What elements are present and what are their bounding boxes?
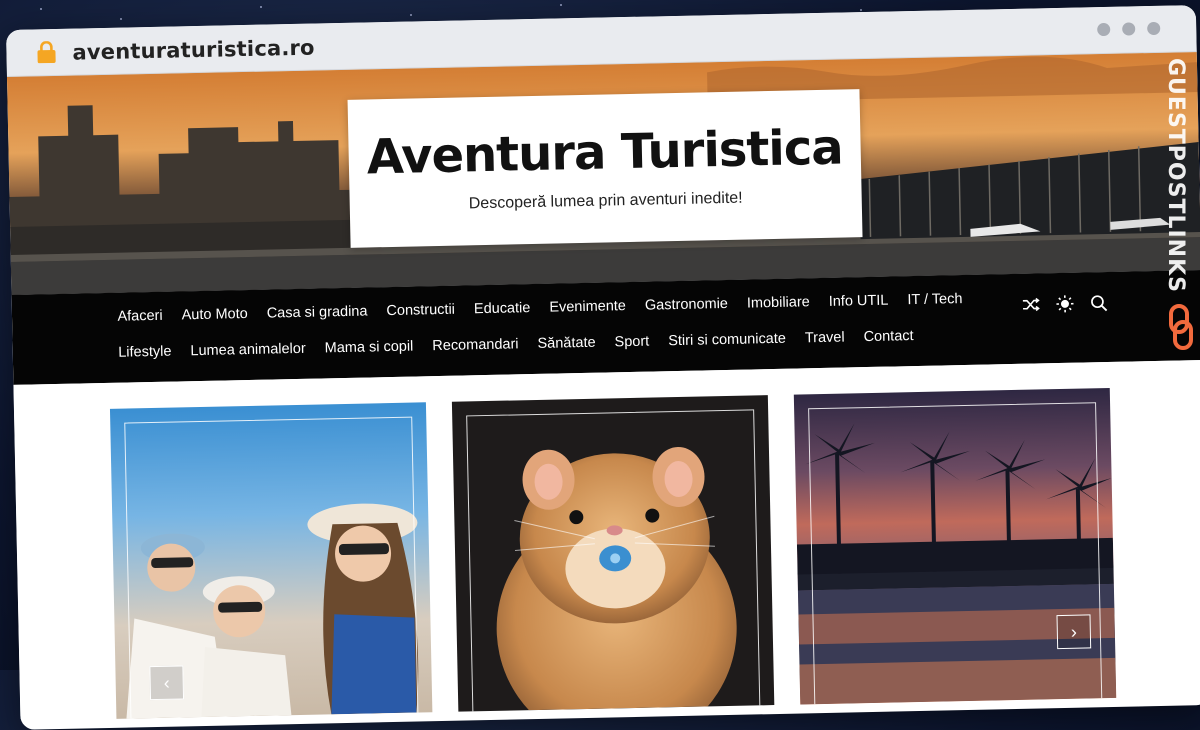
guestpostlinks-watermark: GUESTPOSTLINKS <box>1162 58 1198 358</box>
window-dot[interactable] <box>1122 22 1135 35</box>
nav-item-constructii[interactable]: Constructii <box>377 301 465 319</box>
slider-next-button[interactable]: › <box>1056 614 1091 649</box>
nav-row-secondary: Lifestyle Lumea animalelor Mama si copil… <box>109 328 924 361</box>
nav-row-primary: Afaceri Auto Moto Casa si gradina Constr… <box>108 291 972 325</box>
nav-item-educatie[interactable]: Educatie <box>464 300 540 318</box>
nav-item-lumea-animalelor[interactable]: Lumea animalelor <box>181 341 316 360</box>
window-dot[interactable] <box>1097 23 1110 36</box>
sun-icon[interactable] <box>1056 295 1074 313</box>
shuffle-icon[interactable] <box>1022 296 1040 312</box>
chain-link-icon <box>1168 304 1194 350</box>
nav-item-auto-moto[interactable]: Auto Moto <box>172 306 257 324</box>
card-frame <box>808 402 1103 704</box>
slider-prev-button[interactable]: ‹ <box>149 665 184 700</box>
nav-item-contact[interactable]: Contact <box>854 328 923 345</box>
card-frame <box>466 409 761 711</box>
lock-icon <box>36 41 56 63</box>
nav-item-it-tech[interactable]: IT / Tech <box>898 291 972 309</box>
header-hero-banner: Aventura Turistica Descoperă lumea prin … <box>7 52 1200 295</box>
nav-item-mama-si-copil[interactable]: Mama si copil <box>315 338 423 356</box>
nav-item-evenimente[interactable]: Evenimente <box>540 298 636 316</box>
nav-item-stiri-si-comunicate[interactable]: Stiri si comunicate <box>659 331 796 350</box>
nav-item-sanatate[interactable]: Sănătate <box>528 335 605 353</box>
nav-item-travel[interactable]: Travel <box>795 329 854 346</box>
site-title-card: Aventura Turistica Descoperă lumea prin … <box>348 89 863 248</box>
nav-item-info-util[interactable]: Info UTIL <box>819 292 898 310</box>
watermark-text: GUESTPOSTLINKS <box>1163 58 1188 293</box>
search-icon[interactable] <box>1090 294 1108 312</box>
nav-tools <box>1022 294 1108 314</box>
site-tagline: Descoperă lumea prin aventuri inedite! <box>350 187 862 216</box>
nav-item-lifestyle[interactable]: Lifestyle <box>109 343 182 361</box>
nav-item-sport[interactable]: Sport <box>605 333 659 350</box>
nav-item-gastronomie[interactable]: Gastronomie <box>635 296 737 314</box>
nav-item-imobiliare[interactable]: Imobiliare <box>737 294 819 312</box>
slider-card[interactable] <box>452 395 774 712</box>
address-bar-url[interactable]: aventuraturistica.ro <box>72 36 315 65</box>
window-controls <box>1097 22 1160 36</box>
nav-item-casa-si-gradina[interactable]: Casa si gradina <box>257 303 377 322</box>
browser-window: aventuraturistica.ro <box>6 5 1200 730</box>
featured-posts-slider: ‹ <box>13 360 1200 725</box>
site-title[interactable]: Aventura Turistica <box>348 119 861 186</box>
nav-item-afaceri[interactable]: Afaceri <box>108 308 172 325</box>
slider-card[interactable]: › <box>794 388 1116 705</box>
window-dot[interactable] <box>1147 22 1160 35</box>
slider-card[interactable]: ‹ <box>110 402 432 719</box>
nav-item-recomandari[interactable]: Recomandari <box>423 336 529 354</box>
